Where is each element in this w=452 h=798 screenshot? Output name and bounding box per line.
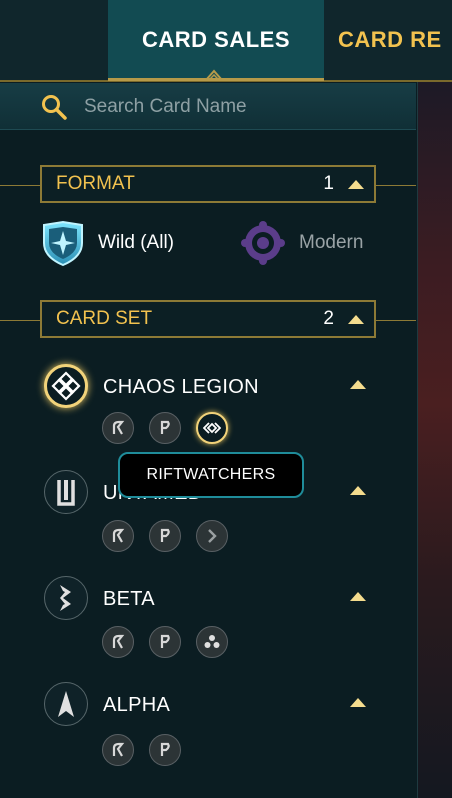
search-icon[interactable]: [40, 93, 68, 121]
set-name-alpha[interactable]: ALPHA: [103, 694, 170, 717]
tooltip-text: RIFTWATCHERS: [146, 466, 276, 483]
format-option-wild-label: Wild (All): [98, 232, 174, 253]
set-row-alpha: ALPHA: [0, 680, 416, 790]
card-set-title: CARD SET: [56, 308, 153, 329]
search-bar: [0, 83, 416, 130]
promo-edition-icon[interactable]: [149, 626, 181, 658]
untamed-edition-icon[interactable]: [196, 520, 228, 552]
tab-card-sales-label: CARD SALES: [141, 27, 290, 52]
collapse-caret-icon[interactable]: [348, 180, 364, 189]
format-divider-left: [0, 185, 40, 186]
active-tab-caret-icon: [205, 69, 223, 81]
tab-card-rewards[interactable]: CARD RE: [338, 0, 452, 80]
untamed-icon[interactable]: [44, 470, 88, 514]
format-count: 1: [323, 173, 334, 194]
card-set-count: 2: [323, 308, 334, 329]
set-row-beta: BETA: [0, 574, 416, 684]
panel-divider: [417, 82, 418, 798]
search-input[interactable]: [82, 91, 406, 123]
expand-caret-icon[interactable]: [350, 380, 366, 389]
tab-card-rewards-label: CARD RE: [338, 27, 442, 52]
format-option-modern[interactable]: Modern: [241, 221, 363, 265]
beta-icon[interactable]: [44, 576, 88, 620]
format-section-header[interactable]: FORMAT 1: [40, 165, 376, 203]
beta-edition-icon[interactable]: [196, 626, 228, 658]
expand-caret-icon[interactable]: [350, 592, 366, 601]
reward-edition-icon[interactable]: [102, 412, 134, 444]
card-set-section-header[interactable]: CARD SET 2: [40, 300, 376, 338]
promo-edition-icon[interactable]: [149, 412, 181, 444]
promo-edition-icon[interactable]: [149, 734, 181, 766]
modern-gear-icon: [241, 221, 285, 265]
expand-caret-icon[interactable]: [350, 486, 366, 495]
background-art: [418, 82, 452, 798]
chaos-legion-icon[interactable]: [44, 364, 88, 408]
riftwatchers-edition-icon[interactable]: [196, 412, 228, 444]
cardset-divider-right: [376, 320, 416, 321]
cardset-divider-left: [0, 320, 40, 321]
collapse-caret-icon[interactable]: [348, 315, 364, 324]
set-name-beta[interactable]: BETA: [103, 588, 155, 611]
set-name-chaos-legion[interactable]: CHAOS LEGION: [103, 376, 259, 399]
reward-edition-icon[interactable]: [102, 626, 134, 658]
reward-edition-icon[interactable]: [102, 520, 134, 552]
expand-caret-icon[interactable]: [350, 698, 366, 707]
wild-shield-icon: [43, 220, 83, 267]
edition-tooltip: RIFTWATCHERS: [118, 452, 304, 498]
reward-edition-icon[interactable]: [102, 734, 134, 766]
format-divider-right: [376, 185, 416, 186]
format-title: FORMAT: [56, 173, 135, 194]
format-option-wild[interactable]: Wild (All): [40, 219, 174, 267]
format-option-modern-label: Modern: [299, 232, 364, 253]
promo-edition-icon[interactable]: [149, 520, 181, 552]
alpha-icon[interactable]: [44, 682, 88, 726]
